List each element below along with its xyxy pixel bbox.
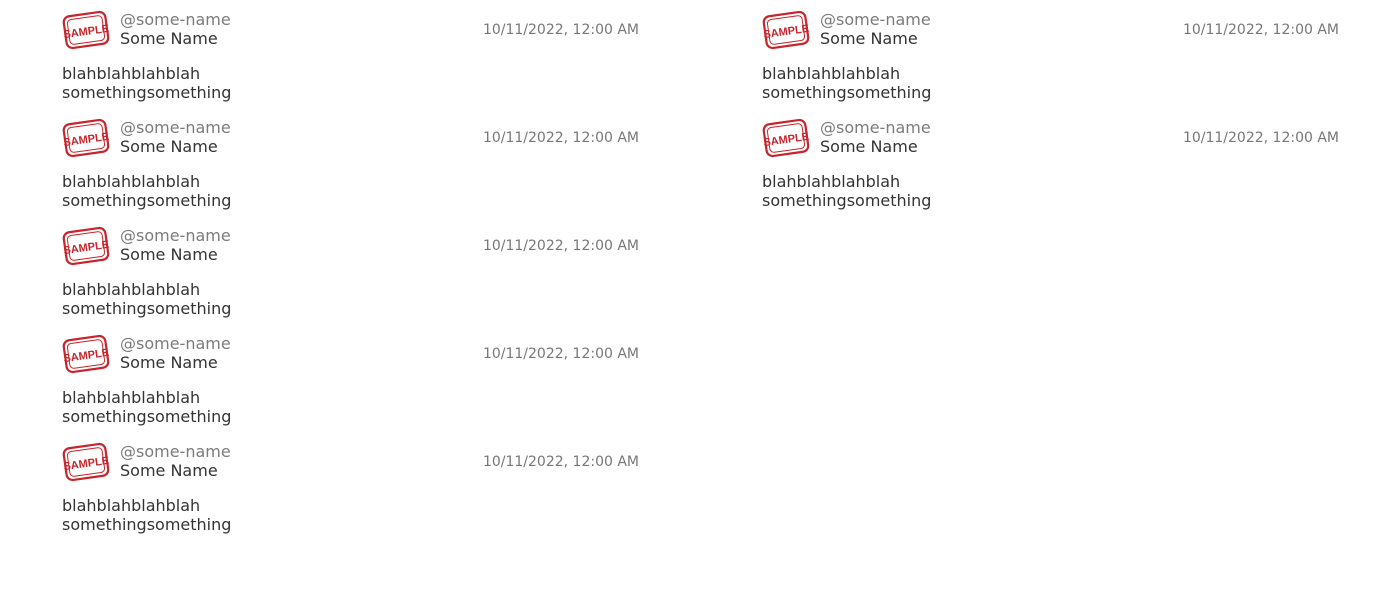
- post-card[interactable]: SAMPLE @some-name Some Name 10/11/2022, …: [62, 332, 639, 440]
- user-display-name[interactable]: Some Name: [820, 30, 918, 48]
- post-text: blahblahblahblah somethingsomething: [62, 496, 322, 534]
- sample-stamp-icon[interactable]: SAMPLE: [62, 8, 110, 52]
- sample-stamp-icon[interactable]: SAMPLE: [62, 224, 110, 268]
- post-timestamp: 10/11/2022, 12:00 AM: [482, 130, 639, 146]
- post-card[interactable]: SAMPLE @some-name Some Name 10/11/2022, …: [62, 224, 639, 332]
- user-handle[interactable]: @some-name: [120, 119, 231, 137]
- post-card[interactable]: SAMPLE @some-name Some Name 10/11/2022, …: [62, 116, 639, 224]
- post-timestamp: 10/11/2022, 12:00 AM: [482, 346, 639, 362]
- user-handle[interactable]: @some-name: [120, 443, 231, 461]
- post-text: blahblahblahblah somethingsomething: [62, 172, 322, 210]
- post-text-line: somethingsomething: [62, 515, 232, 534]
- sample-stamp-icon[interactable]: SAMPLE: [762, 8, 810, 52]
- post-text: blahblahblahblah somethingsomething: [762, 64, 1022, 102]
- svg-text:SAMPLE: SAMPLE: [63, 455, 110, 473]
- post-card[interactable]: SAMPLE @some-name Some Name 10/11/2022, …: [62, 8, 639, 116]
- sample-stamp-icon[interactable]: SAMPLE: [62, 116, 110, 160]
- post-text: blahblahblahblah somethingsomething: [62, 280, 322, 318]
- post-text: blahblahblahblah somethingsomething: [62, 64, 322, 102]
- post-text-line: somethingsomething: [762, 83, 932, 102]
- post-text-line: blahblahblahblah: [62, 496, 201, 515]
- post-text-line: blahblahblahblah: [762, 172, 901, 191]
- post-text-line: somethingsomething: [62, 407, 232, 426]
- post-text: blahblahblahblah somethingsomething: [762, 172, 1022, 210]
- svg-text:SAMPLE: SAMPLE: [63, 239, 110, 257]
- post-timestamp: 10/11/2022, 12:00 AM: [1182, 130, 1339, 146]
- user-handle[interactable]: @some-name: [820, 119, 931, 137]
- post-timestamp: 10/11/2022, 12:00 AM: [1182, 22, 1339, 38]
- post-text-line: somethingsomething: [62, 191, 232, 210]
- user-display-name[interactable]: Some Name: [120, 30, 218, 48]
- post-text-line: blahblahblahblah: [62, 388, 201, 407]
- sample-stamp-icon[interactable]: SAMPLE: [762, 116, 810, 160]
- post-text-line: blahblahblahblah: [62, 172, 201, 191]
- svg-text:SAMPLE: SAMPLE: [63, 23, 110, 41]
- feed-column-right: SAMPLE @some-name Some Name 10/11/2022, …: [762, 8, 1339, 224]
- post-text: blahblahblahblah somethingsomething: [62, 388, 322, 426]
- user-display-name[interactable]: Some Name: [120, 462, 218, 480]
- post-card[interactable]: SAMPLE @some-name Some Name 10/11/2022, …: [762, 116, 1339, 224]
- post-text-line: blahblahblahblah: [62, 64, 201, 83]
- svg-text:SAMPLE: SAMPLE: [763, 23, 810, 41]
- post-text-line: somethingsomething: [762, 191, 932, 210]
- post-timestamp: 10/11/2022, 12:00 AM: [482, 238, 639, 254]
- sample-stamp-icon[interactable]: SAMPLE: [62, 332, 110, 376]
- user-handle[interactable]: @some-name: [120, 335, 231, 353]
- svg-text:SAMPLE: SAMPLE: [763, 131, 810, 149]
- post-text-line: blahblahblahblah: [62, 280, 201, 299]
- user-handle[interactable]: @some-name: [120, 11, 231, 29]
- post-timestamp: 10/11/2022, 12:00 AM: [482, 454, 639, 470]
- user-display-name[interactable]: Some Name: [120, 138, 218, 156]
- post-text-line: somethingsomething: [62, 299, 232, 318]
- svg-text:SAMPLE: SAMPLE: [63, 347, 110, 365]
- user-handle[interactable]: @some-name: [120, 227, 231, 245]
- post-card[interactable]: SAMPLE @some-name Some Name 10/11/2022, …: [62, 440, 639, 548]
- feed-column-left: SAMPLE @some-name Some Name 10/11/2022, …: [62, 8, 639, 548]
- user-display-name[interactable]: Some Name: [820, 138, 918, 156]
- post-timestamp: 10/11/2022, 12:00 AM: [482, 22, 639, 38]
- user-display-name[interactable]: Some Name: [120, 354, 218, 372]
- post-card[interactable]: SAMPLE @some-name Some Name 10/11/2022, …: [762, 8, 1339, 116]
- feed-page: SAMPLE @some-name Some Name 10/11/2022, …: [0, 0, 1400, 600]
- user-handle[interactable]: @some-name: [820, 11, 931, 29]
- post-text-line: blahblahblahblah: [762, 64, 901, 83]
- sample-stamp-icon[interactable]: SAMPLE: [62, 440, 110, 484]
- user-display-name[interactable]: Some Name: [120, 246, 218, 264]
- svg-text:SAMPLE: SAMPLE: [63, 131, 110, 149]
- post-text-line: somethingsomething: [62, 83, 232, 102]
